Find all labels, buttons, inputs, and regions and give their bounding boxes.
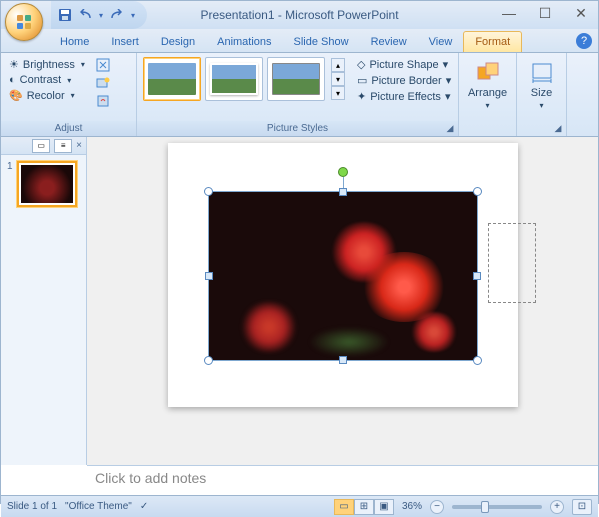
close-button[interactable]: ✕ [568,3,594,23]
brightness-button[interactable]: ☀Brightness▾ [7,57,87,72]
status-slide-info: Slide 1 of 1 [7,501,57,512]
tab-review[interactable]: Review [360,32,418,52]
resize-handle-bl[interactable] [204,356,213,365]
spellcheck-icon[interactable]: ✓ [140,501,148,512]
border-icon: ▭ [357,74,367,87]
quick-access-toolbar: ▾ ▾ [51,1,147,29]
change-picture-button[interactable] [95,75,111,91]
resize-handle-r[interactable] [473,272,481,280]
resize-handle-tr[interactable] [473,187,482,196]
zoom-slider[interactable] [452,505,542,509]
picture-styles-gallery: ▴ ▾ ▾ [143,57,345,101]
workspace: ▭ ≡ × 1 [1,137,598,465]
slide-panel: ▭ ≡ × 1 [1,137,87,465]
group-picture-styles: ▴ ▾ ▾ ◇Picture Shape▾ ▭Picture Border▾ ✦… [137,53,459,136]
ribbon: ☀Brightness▾ ◐Contrast▾ 🎨Recolor▾ Adjust… [1,53,598,137]
office-button[interactable] [5,3,43,41]
resize-handle-t[interactable] [339,188,347,196]
sorter-view-button[interactable]: ⊞ [354,499,374,515]
picture-effects-button[interactable]: ✦Picture Effects▾ [355,89,453,104]
panel-close-button[interactable]: × [76,140,82,151]
brightness-icon: ☀ [9,58,19,71]
group-arrange: Arrange▾ [459,53,517,136]
picture-content [209,192,477,360]
group-adjust: ☀Brightness▾ ◐Contrast▾ 🎨Recolor▾ Adjust [1,53,137,136]
selected-picture[interactable] [208,191,478,361]
slides-tab-button[interactable]: ▭ [32,139,50,153]
picture-shape-button[interactable]: ◇Picture Shape▾ [355,57,453,72]
redo-button[interactable] [105,5,125,25]
maximize-button[interactable]: ☐ [532,3,558,23]
slide-thumbnail-1[interactable]: 1 [1,155,86,213]
contrast-button[interactable]: ◐Contrast▾ [7,73,87,87]
view-buttons: ▭ ⊞ ▣ [334,499,394,515]
save-button[interactable] [55,5,75,25]
picture-styles-dialog-launcher[interactable]: ◢ [444,122,456,134]
group-label-picture-styles: Picture Styles [137,121,458,136]
resize-handle-br[interactable] [473,356,482,365]
gallery-up-button[interactable]: ▴ [331,58,345,72]
qat-customize-icon[interactable]: ▾ [131,11,135,20]
gallery-down-button[interactable]: ▾ [331,72,345,86]
undo-button[interactable] [77,5,97,25]
tab-format[interactable]: Format [463,31,522,52]
size-button[interactable]: Size▾ [524,57,560,114]
recolor-button[interactable]: 🎨Recolor▾ [7,88,87,103]
group-size: Size▾ ◢ [517,53,567,136]
gallery-more-button[interactable]: ▾ [331,86,345,100]
notes-pane[interactable]: Click to add notes [87,465,598,495]
slideshow-view-button[interactable]: ▣ [374,499,394,515]
fit-to-window-button[interactable]: ⊡ [572,499,592,515]
tab-animations[interactable]: Animations [206,32,282,52]
resize-handle-l[interactable] [205,272,213,280]
recolor-icon: 🎨 [9,89,23,102]
window-title: Presentation1 - Microsoft PowerPoint [200,8,398,22]
zoom-out-button[interactable]: − [430,500,444,514]
contrast-icon: ◐ [9,74,16,86]
help-button[interactable]: ? [576,33,592,49]
group-label-adjust: Adjust [1,121,136,136]
undo-dropdown-icon[interactable]: ▾ [99,11,103,20]
arrange-icon [476,61,500,85]
tab-view[interactable]: View [418,32,464,52]
size-dialog-launcher[interactable]: ◢ [552,122,564,134]
text-placeholder[interactable] [488,223,536,303]
size-icon [530,61,554,85]
style-preset-2[interactable] [205,57,263,101]
compress-pictures-button[interactable] [95,57,111,73]
reset-picture-button[interactable] [95,93,111,109]
tab-insert[interactable]: Insert [100,32,150,52]
tab-design[interactable]: Design [150,32,206,52]
slide-number: 1 [7,161,13,207]
status-bar: Slide 1 of 1 "Office Theme" ✓ ▭ ⊞ ▣ 36% … [1,495,598,517]
outline-tab-button[interactable]: ≡ [54,139,72,153]
tab-slide-show[interactable]: Slide Show [283,32,360,52]
status-theme: "Office Theme" [65,501,132,512]
zoom-in-button[interactable]: + [550,500,564,514]
normal-view-button[interactable]: ▭ [334,499,354,515]
style-preset-3[interactable] [267,57,325,101]
arrange-button[interactable]: Arrange▾ [462,57,513,114]
rotation-handle[interactable] [338,167,348,177]
style-preset-1[interactable] [143,57,201,101]
slide-canvas[interactable] [87,137,598,465]
effects-icon: ✦ [357,90,366,103]
tab-home[interactable]: Home [49,32,100,52]
resize-handle-b[interactable] [339,356,347,364]
picture-border-button[interactable]: ▭Picture Border▾ [355,73,453,88]
shape-icon: ◇ [357,58,365,71]
slide[interactable] [168,143,518,407]
zoom-level[interactable]: 36% [402,501,422,512]
title-bar: ▾ ▾ Presentation1 - Microsoft PowerPoint… [1,1,598,29]
zoom-slider-thumb[interactable] [481,501,489,513]
minimize-button[interactable]: — [496,3,522,23]
resize-handle-tl[interactable] [204,187,213,196]
ribbon-tabs: Home Insert Design Animations Slide Show… [1,29,598,53]
